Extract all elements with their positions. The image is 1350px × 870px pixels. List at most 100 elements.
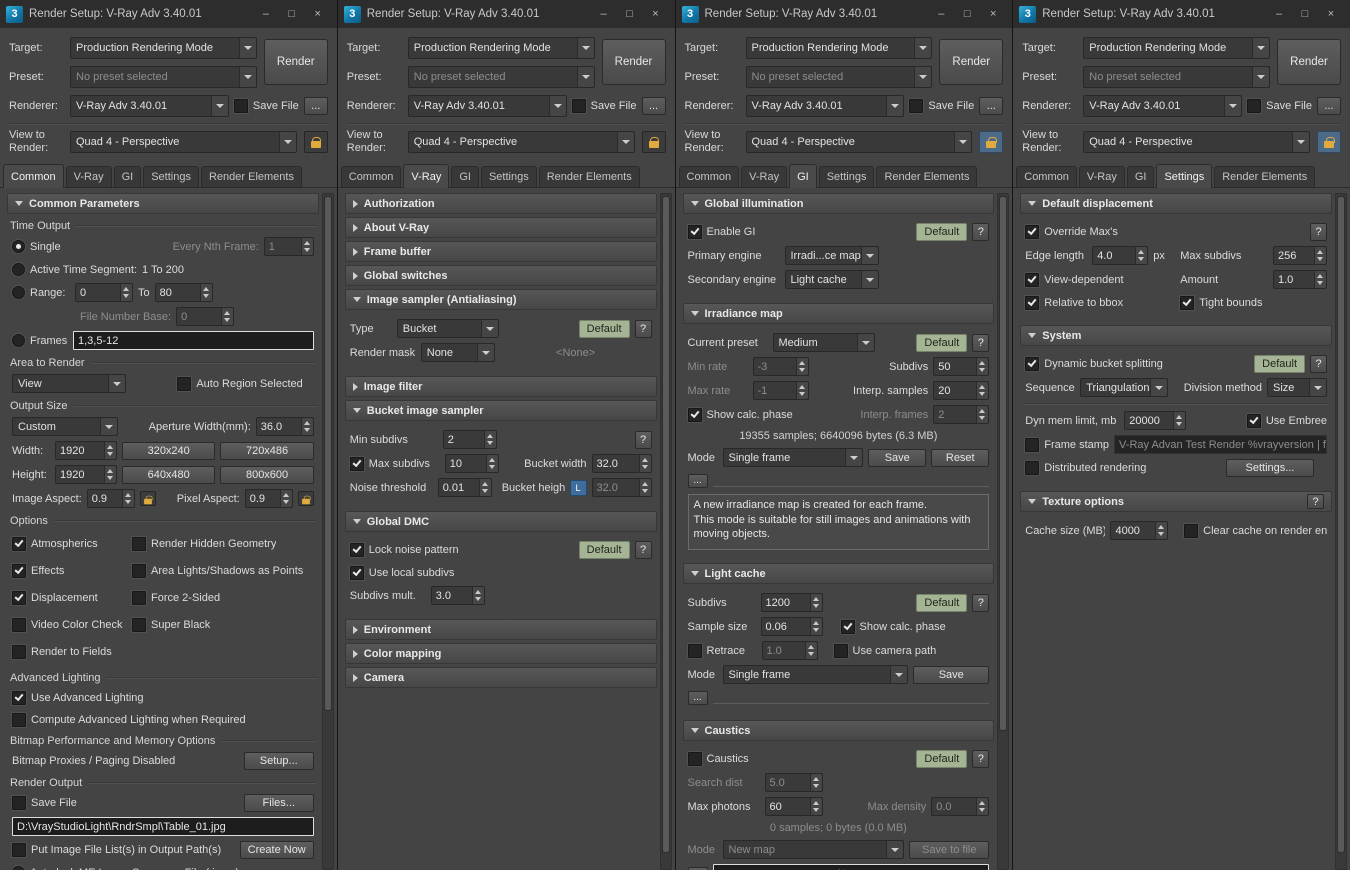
renderer-browse-button[interactable]: ... (979, 96, 1004, 115)
tab-settings[interactable]: Settings (818, 166, 875, 188)
preset-dropdown[interactable]: No preset selected (745, 65, 933, 88)
irradiance-file-field[interactable] (712, 474, 990, 488)
help-button[interactable]: ? (972, 333, 990, 352)
bucket-height-link-button[interactable]: L (569, 479, 587, 496)
tab-gi[interactable]: GI (113, 166, 142, 188)
render-button[interactable]: Render (601, 39, 666, 85)
default-button[interactable]: Default (916, 333, 968, 352)
tight-bounds-checkbox[interactable] (1180, 295, 1195, 310)
relative-to-bbox-checkbox[interactable] (1025, 295, 1040, 310)
use-local-subdivs-checkbox[interactable] (349, 565, 364, 580)
help-button[interactable]: ? (1310, 223, 1327, 242)
view-to-render-dropdown[interactable]: Quad 4 - Perspective (1083, 131, 1310, 154)
edge-length-spinner[interactable]: 4.0 (1092, 246, 1149, 266)
scrollbar-thumb[interactable] (999, 196, 1008, 732)
dynamic-bucket-splitting-checkbox[interactable] (1025, 357, 1040, 372)
bucket-width-spinner[interactable]: 32.0 (591, 454, 652, 474)
help-button[interactable]: ? (972, 750, 990, 769)
render-mask-dropdown[interactable]: None (420, 343, 495, 363)
tab-settings[interactable]: Settings (1156, 164, 1213, 189)
lock-noise-pattern-checkbox[interactable] (349, 543, 364, 558)
retrace-checkbox[interactable] (687, 643, 702, 658)
subdivs-mult-spinner[interactable]: 3.0 (430, 586, 485, 606)
width-spinner[interactable]: 1920 (55, 441, 117, 461)
tab-vray[interactable]: V-Ray (1078, 166, 1125, 188)
max-subdivs-checkbox[interactable] (349, 456, 364, 471)
min-rate-spinner[interactable]: -3 (752, 357, 809, 377)
save-file-checkbox[interactable] (12, 796, 26, 811)
preset-720x486-button[interactable]: 720x486 (220, 441, 314, 460)
rollout-header-irradiance-map[interactable]: Irradiance map (682, 303, 995, 325)
save-button[interactable]: Save (913, 665, 990, 684)
primary-engine-dropdown[interactable]: Irradi...ce map (784, 246, 879, 266)
max-photons-spinner[interactable]: 60 (764, 797, 823, 817)
scrollbar[interactable] (997, 193, 1010, 870)
clear-cache-checkbox[interactable] (1184, 523, 1199, 538)
rollout-header-frame-buffer[interactable]: Frame buffer (344, 241, 657, 263)
rollout-header-default-displacement[interactable]: Default displacement (1020, 193, 1332, 215)
use-advanced-lighting-checkbox[interactable] (12, 690, 26, 705)
light-cache-mode-dropdown[interactable]: Single frame (722, 665, 909, 685)
default-button[interactable]: Default (916, 750, 968, 769)
spinner-arrows-icon[interactable] (804, 642, 817, 660)
interp-frames-spinner[interactable]: 2 (933, 405, 990, 425)
aperture-width-spinner[interactable]: 36.0 (255, 417, 314, 437)
help-button[interactable]: ? (972, 593, 990, 612)
render-hidden-geometry-checkbox[interactable] (132, 536, 146, 551)
rollout-header-light-cache[interactable]: Light cache (682, 563, 995, 585)
bucket-height-spinner[interactable]: 32.0 (591, 478, 652, 498)
maximize-button[interactable]: □ (954, 8, 980, 20)
target-dropdown[interactable]: Production Rendering Mode (1083, 36, 1270, 59)
spinner-arrows-icon[interactable] (279, 490, 292, 508)
search-dist-spinner[interactable]: 5.0 (764, 773, 823, 793)
range-radio[interactable] (12, 286, 25, 300)
spinner-arrows-icon[interactable] (104, 442, 116, 460)
help-button[interactable]: ? (1307, 494, 1324, 510)
view-dependent-checkbox[interactable] (1025, 272, 1040, 287)
spinner-arrows-icon[interactable] (471, 587, 484, 605)
video-color-check-checkbox[interactable] (12, 617, 26, 632)
save-file-checkbox[interactable] (233, 98, 248, 113)
amount-spinner[interactable]: 1.0 (1273, 270, 1327, 290)
bitmap-setup-button[interactable]: Setup... (243, 752, 314, 771)
reset-button[interactable]: Reset (931, 448, 990, 467)
close-button[interactable]: × (305, 8, 331, 20)
height-spinner[interactable]: 1920 (55, 465, 117, 485)
spinner-arrows-icon[interactable] (795, 358, 808, 376)
rollout-header-image-sampler[interactable]: Image sampler (Antialiasing) (344, 289, 657, 311)
viewport-lock-button[interactable] (303, 131, 328, 154)
rollout-header-camera[interactable]: Camera (344, 667, 657, 689)
tab-common[interactable]: Common (3, 164, 64, 189)
spinner-arrows-icon[interactable] (809, 618, 822, 636)
tab-render-elements[interactable]: Render Elements (538, 166, 640, 188)
max-rate-spinner[interactable]: -1 (752, 381, 809, 401)
spinner-arrows-icon[interactable] (104, 466, 116, 484)
maximize-button[interactable]: □ (617, 8, 643, 20)
frames-input[interactable]: 1,3,5-12 (73, 331, 314, 351)
renderer-browse-button[interactable]: ... (303, 96, 328, 115)
spinner-arrows-icon[interactable] (809, 798, 822, 816)
interp-samples-spinner[interactable]: 20 (933, 381, 990, 401)
sampler-type-dropdown[interactable]: Bucket (396, 319, 499, 339)
spinner-arrows-icon[interactable] (478, 479, 491, 497)
default-button[interactable]: Default (916, 223, 968, 242)
viewport-lock-button[interactable] (1317, 131, 1341, 154)
minimize-button[interactable]: – (591, 8, 617, 20)
spinner-arrows-icon[interactable] (976, 358, 989, 376)
super-black-checkbox[interactable] (132, 617, 146, 632)
rollout-header-global-switches[interactable]: Global switches (344, 265, 657, 287)
tab-vray[interactable]: V-Ray (741, 166, 788, 188)
tab-render-elements[interactable]: Render Elements (1214, 166, 1316, 188)
spinner-arrows-icon[interactable] (795, 382, 808, 400)
preset-dropdown[interactable]: No preset selected (70, 65, 257, 88)
subdivs-spinner[interactable]: 50 (933, 357, 990, 377)
tab-vray[interactable]: V-Ray (65, 166, 112, 188)
save-file-checkbox[interactable] (571, 98, 586, 113)
rollout-header-authorization[interactable]: Authorization (344, 193, 657, 215)
sample-size-spinner[interactable]: 0.06 (760, 617, 823, 637)
help-button[interactable]: ? (972, 223, 990, 242)
spinner-arrows-icon[interactable] (638, 479, 651, 497)
frames-radio[interactable] (12, 334, 25, 348)
range-from-spinner[interactable]: 0 (75, 283, 133, 303)
renderer-browse-button[interactable]: ... (1317, 96, 1341, 115)
